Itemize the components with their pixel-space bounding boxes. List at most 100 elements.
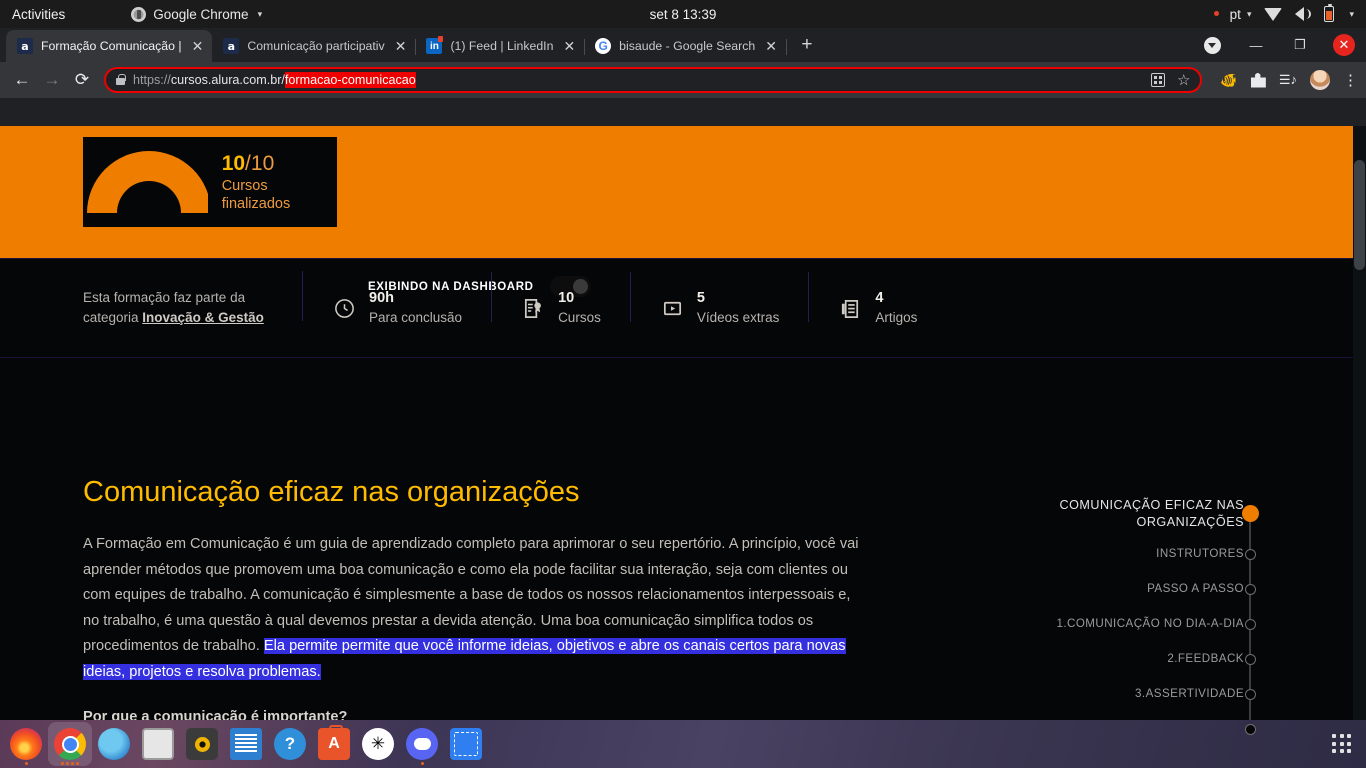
new-tab-button[interactable]: + (793, 31, 821, 59)
battery-icon[interactable] (1324, 3, 1335, 22)
chevron-down-icon: ▾ (1246, 8, 1252, 19)
hero-banner: 10/10 Cursos finalizados EXIBINDO NA DAS… (0, 126, 1353, 297)
system-tray: pt ▾ ▾ (1213, 3, 1366, 22)
keyboard-language-indicator[interactable]: pt ▾ (1230, 7, 1252, 22)
rail-dot-icon (1245, 688, 1256, 700)
firefox-icon (10, 728, 42, 760)
puzzle-extensions-icon[interactable] (1250, 72, 1266, 88)
stat-value: 90h (369, 290, 394, 307)
dock-item-screenshot-tool[interactable] (444, 722, 488, 766)
dock-item-files[interactable] (136, 722, 180, 766)
chrome-window: a Formação Comunicação | ✕ a Comunicação… (0, 28, 1366, 748)
bookmark-star-icon[interactable]: ☆ (1177, 73, 1190, 88)
chrome-update-icon[interactable] (1190, 30, 1234, 60)
rail-item-assertividade[interactable]: 3.ASSERTIVIDADE (999, 683, 1264, 705)
category-link[interactable]: Inovação & Gestão (142, 310, 264, 325)
discord-icon (406, 728, 438, 760)
tab-title: bisaude - Google Search (619, 39, 756, 53)
browser-tab-4[interactable]: G bisaude - Google Search ✕ (584, 30, 787, 62)
rail-dot-icon (1245, 548, 1256, 560)
scrollbar-thumb[interactable] (1354, 160, 1365, 270)
close-button[interactable]: ✕ (1322, 30, 1366, 60)
rail-dot-icon (1245, 723, 1256, 735)
browser-tab-2[interactable]: a Comunicação participativ ✕ (212, 30, 417, 62)
reload-button[interactable]: ⟳ (68, 66, 96, 94)
screenshot-icon (450, 728, 482, 760)
address-bar[interactable]: https://cursos.alura.com.br/formacao-com… (104, 67, 1203, 93)
progress-gauge-icon (87, 151, 208, 213)
stats-bar: Esta formação faz parte da categoria Ino… (0, 258, 1353, 358)
rail-item-comunicacao-dia-a-dia[interactable]: 1.COMUNICAÇÃO NO DIA-A-DIA (999, 613, 1264, 635)
gnome-top-bar: Activities Google Chrome ▾ set 8 13:39 p… (0, 0, 1366, 28)
reading-list-icon[interactable]: ☰♪ (1279, 72, 1297, 88)
forward-button[interactable]: → (38, 66, 66, 94)
rail-item-feedback[interactable]: 2.FEEDBACK (999, 648, 1264, 670)
chevron-down-icon: ▾ (257, 8, 263, 19)
files-icon (142, 728, 174, 760)
page-title: Comunicação eficaz nas organizações (83, 476, 580, 508)
kebab-menu-icon[interactable]: ⋮ (1343, 73, 1358, 88)
stat-label: Artigos (875, 309, 918, 325)
maximize-button[interactable]: ❐ (1278, 30, 1322, 60)
dock-item-thunderbird[interactable] (92, 722, 136, 766)
page-content: 10/10 Cursos finalizados EXIBINDO NA DAS… (0, 126, 1366, 748)
rail-item-label: COMUNICAÇÃO EFICAZ NAS ORGANIZAÇÕES (1059, 498, 1244, 529)
url-scheme: https:// (133, 73, 171, 87)
tab-close-icon[interactable]: ✕ (192, 39, 204, 53)
stat-duration: 90h Para conclusão (303, 272, 493, 327)
url-path-highlight: formacao-comunicacao (284, 72, 416, 88)
page-scrollbar[interactable] (1353, 126, 1366, 748)
chrome-icon (54, 728, 86, 760)
minimize-button[interactable]: — (1234, 30, 1278, 60)
alura-favicon: a (223, 38, 240, 54)
app-menu-chrome[interactable]: Google Chrome ▾ (131, 6, 263, 22)
dock-item-google-chrome[interactable] (48, 722, 92, 766)
dock-item-slack[interactable]: ✳ (356, 722, 400, 766)
clock-icon (335, 298, 354, 318)
browser-tab-3[interactable]: in (1) Feed | LinkedIn ✕ (415, 30, 586, 62)
thunderbird-icon (98, 728, 130, 760)
volume-icon[interactable] (1295, 7, 1312, 21)
intro-paragraph: A Formação em Comunicação é um guia de a… (83, 532, 870, 685)
dock-item-ubuntu-software[interactable]: A (312, 722, 356, 766)
fish-extension-icon[interactable]: 🐠 (1220, 72, 1237, 89)
browser-tab-1[interactable]: a Formação Comunicação | ✕ (6, 30, 213, 62)
rail-dot-active-icon (1242, 505, 1259, 522)
rail-item-passo-a-passo[interactable]: PASSO A PASSO (999, 578, 1264, 600)
stat-articles: 4 Artigos (809, 289, 947, 327)
stat-label: Cursos (558, 309, 601, 325)
rail-item-instrutores[interactable]: INSTRUTORES (999, 543, 1264, 565)
browser-toolbar: ← → ⟳ https://cursos.alura.com.br/formac… (0, 62, 1366, 98)
stat-value: 4 (875, 290, 884, 307)
profile-avatar[interactable] (1310, 70, 1330, 90)
tab-close-icon[interactable]: ✕ (395, 39, 407, 53)
qr-code-icon[interactable] (1150, 73, 1165, 87)
back-button[interactable]: ← (8, 66, 36, 94)
tab-close-icon[interactable]: ✕ (563, 39, 575, 53)
intro-text: A Formação em Comunicação é um guia de a… (83, 536, 859, 655)
help-icon: ? (274, 728, 306, 760)
tab-close-icon[interactable]: ✕ (765, 39, 777, 53)
ubuntu-dock: ? A ✳ (0, 720, 1366, 768)
rail-item-label: 1.COMUNICAÇÃO NO DIA-A-DIA (1056, 617, 1244, 631)
dock-item-discord[interactable] (400, 722, 444, 766)
activities-button[interactable]: Activities (0, 7, 79, 22)
chevron-down-icon[interactable]: ▾ (1349, 9, 1354, 20)
rail-dot-icon (1245, 618, 1256, 630)
rhythmbox-icon (186, 728, 218, 760)
stat-extra-videos: 5 Vídeos extras (631, 272, 810, 327)
app-menu-label: Google Chrome (153, 6, 249, 22)
dock-item-libreoffice-writer[interactable] (224, 722, 268, 766)
dock-item-rhythmbox[interactable] (180, 722, 224, 766)
rail-dot-icon (1245, 653, 1256, 665)
stat-label: Vídeos extras (696, 309, 780, 325)
dock-item-firefox[interactable] (4, 722, 48, 766)
show-applications-button[interactable] (1332, 734, 1352, 754)
dock-item-help[interactable]: ? (268, 722, 312, 766)
lock-icon (116, 73, 126, 85)
rail-item-comunicacao-eficaz[interactable]: COMUNICAÇÃO EFICAZ NAS ORGANIZAÇÕES (999, 497, 1264, 531)
article-icon (842, 299, 859, 318)
wifi-icon[interactable] (1264, 7, 1283, 21)
progress-card: 10/10 Cursos finalizados (83, 137, 337, 227)
google-favicon: G (595, 38, 612, 54)
